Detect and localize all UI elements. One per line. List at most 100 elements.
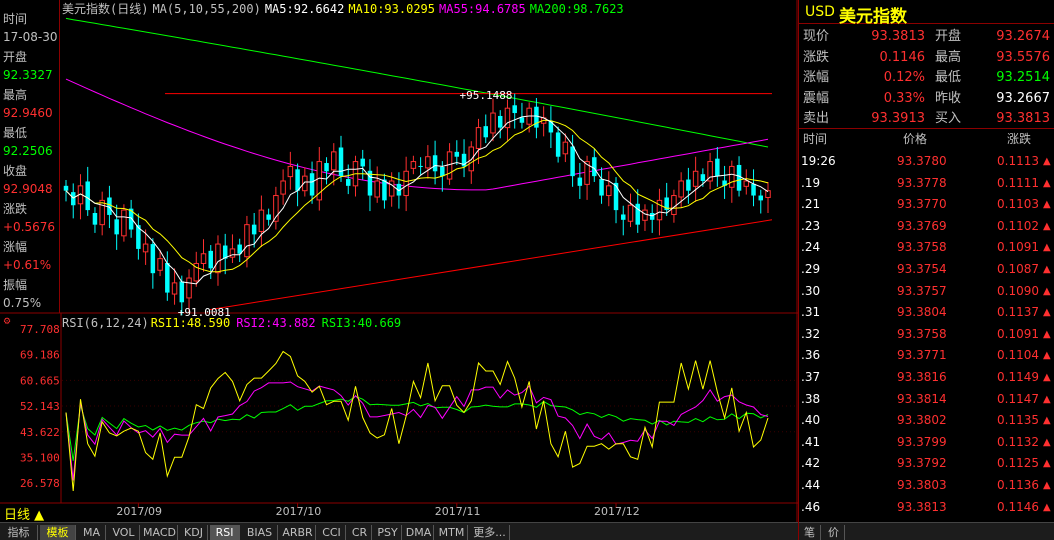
up-arrow-icon: ▲ — [1043, 307, 1051, 319]
rsi3-value: RSI3:40.669 — [321, 316, 402, 330]
tick-row[interactable]: .42 93.3792 0.1125 ▲ — [799, 453, 1054, 474]
up-arrow-icon: ▲ — [1043, 156, 1051, 167]
tick-time: .23 — [801, 218, 821, 233]
tick-row[interactable]: .24 93.3758 0.1091 ▲ — [799, 237, 1054, 258]
chart-title[interactable]: 美元指数(日线) — [62, 2, 148, 16]
candle-down — [165, 262, 170, 293]
indicator-tab[interactable]: MTM — [436, 525, 468, 540]
period-label: 日线 — [4, 508, 31, 523]
tick-time: .38 — [801, 391, 821, 406]
tick-header-time: 时间 — [803, 132, 828, 146]
tick-row[interactable]: .41 93.3799 0.1132 ▲ — [799, 432, 1054, 453]
indicator-tab[interactable]: MA — [78, 525, 106, 540]
indicator-tab[interactable]: CCI — [318, 525, 346, 540]
tick-row[interactable]: .23 93.3769 0.1102 ▲ — [799, 216, 1054, 237]
indicator-header: RSI(6,12,24) RSI1:48.590 RSI2:43.882 RSI3:4… — [62, 316, 407, 330]
up-arrow-icon: ▲ — [1043, 328, 1051, 340]
tick-row[interactable]: .36 93.3771 0.1104 ▲ — [799, 345, 1054, 366]
candle-down — [635, 203, 640, 225]
rsi1-value: RSI1:48.590 — [150, 316, 231, 330]
indicator-tab[interactable]: ARBR — [280, 525, 316, 540]
candle-down — [736, 164, 742, 191]
tick-row[interactable]: .37 93.3816 0.1149 ▲ — [799, 367, 1054, 388]
candle-down — [107, 197, 112, 215]
ma55-value: MA55:94.6785 — [439, 2, 526, 16]
candle-down — [555, 132, 561, 157]
tick-change: 0.1135 — [997, 413, 1039, 428]
tick-mode-tab[interactable]: 价 — [823, 525, 845, 540]
quote-panel: USD 美元指数 现价 93.3813 开盘 93.2674 涨跌 0.1146 最高 93.… — [798, 0, 1054, 540]
up-arrow-icon: ▲ — [1043, 436, 1051, 448]
candle-up — [186, 277, 192, 299]
tick-row[interactable]: .29 93.3754 0.1087 ▲ — [799, 259, 1054, 280]
quote-label: 卖出 — [803, 111, 830, 126]
quote-value: 93.5576 — [996, 49, 1050, 65]
period-selector[interactable]: 日线 ▲ — [4, 504, 44, 523]
candle-up — [410, 161, 417, 169]
candle-up — [475, 127, 482, 149]
tick-row[interactable]: .44 93.3803 0.1136 ▲ — [799, 475, 1054, 496]
tick-row[interactable]: .38 93.3814 0.1147 ▲ — [799, 389, 1054, 410]
tick-change: 0.1113 — [997, 154, 1039, 168]
x-axis-label: 2017/12 — [594, 505, 640, 518]
indicator-tab[interactable]: CR — [348, 525, 372, 540]
tick-change: 0.1136 — [997, 478, 1039, 492]
indicator-tab[interactable]: 更多... — [470, 525, 510, 540]
tick-row[interactable]: .40 93.3802 0.1135 ▲ — [799, 410, 1054, 431]
tick-row[interactable]: .32 93.3758 0.1091 ▲ — [799, 324, 1054, 345]
tick-time: .21 — [801, 197, 821, 212]
tick-time: .46 — [801, 499, 821, 514]
tick-change: 0.1149 — [997, 370, 1039, 384]
tick-row[interactable]: 19:26 93.3780 0.1113 ▲ — [799, 151, 1054, 172]
indicator-tab[interactable]: VOL — [108, 525, 140, 540]
candle-up — [215, 243, 221, 274]
candle-down — [360, 158, 365, 167]
tick-price: 93.3804 — [897, 305, 947, 320]
info-label: 振幅 — [3, 278, 28, 292]
candle-up — [425, 156, 431, 169]
tick-change: 0.1087 — [997, 262, 1039, 276]
tick-time: .40 — [801, 413, 821, 428]
tick-price: 93.3802 — [897, 413, 947, 428]
indicator-tab[interactable]: KDJ — [180, 525, 208, 540]
tick-price: 93.3754 — [897, 262, 947, 276]
indicator-tab[interactable]: RSI — [210, 525, 240, 540]
candle-up — [671, 195, 677, 215]
quote-label: 涨幅 — [803, 70, 830, 85]
tick-row[interactable]: .30 93.3757 0.1090 ▲ — [799, 281, 1054, 302]
tick-row[interactable]: .21 93.3770 0.1103 ▲ — [799, 194, 1054, 215]
candle-down — [497, 115, 503, 128]
tick-change: 0.1104 — [997, 348, 1039, 363]
tick-price: 93.3813 — [897, 499, 947, 514]
tick-row[interactable]: .19 93.3778 0.1111 ▲ — [799, 173, 1054, 194]
candle-down — [208, 250, 213, 269]
indicator-tab[interactable]: MACD — [142, 525, 178, 540]
info-value: 92.9048 — [3, 182, 53, 196]
candle-up — [446, 151, 453, 180]
tick-price: 93.3814 — [897, 391, 947, 406]
indicator-tab[interactable]: 指标 — [0, 525, 38, 540]
tick-mode-tab[interactable]: 笔 — [799, 525, 821, 540]
indicator-tab[interactable]: PSY — [374, 525, 402, 540]
indicator-tab[interactable]: 模板 — [40, 525, 76, 540]
chart-surface[interactable]: +95.1488+91.00812017/09 2017/10 2017/11 201… — [0, 0, 798, 522]
main-chart-header: 美元指数(日线) MA(5,10,55,200) MA5:92.6642 MA10:9… — [62, 0, 628, 16]
indicator-tab[interactable]: BIAS — [242, 525, 278, 540]
quote-value: 93.3813 — [871, 29, 925, 44]
high-marker: +95.1488 — [459, 89, 512, 102]
up-arrow-icon: ▲ — [1043, 393, 1051, 405]
quote-label: 最低 — [935, 70, 962, 85]
candle-down — [592, 157, 597, 177]
candle-up — [258, 209, 265, 232]
tick-row[interactable]: .46 93.3813 0.1146 ▲ — [799, 497, 1054, 518]
candle-down — [715, 158, 720, 177]
quote-label: 现价 — [803, 29, 830, 44]
tick-price: 93.3758 — [897, 240, 947, 255]
info-label: 涨跌 — [3, 202, 28, 216]
candle-up — [490, 112, 496, 134]
indicator-tab[interactable]: DMA — [404, 525, 434, 540]
tick-row[interactable]: .31 93.3804 0.1137 ▲ — [799, 302, 1054, 323]
tick-time: .19 — [801, 175, 821, 190]
tick-time: .32 — [801, 326, 821, 341]
candle-up — [142, 243, 149, 253]
